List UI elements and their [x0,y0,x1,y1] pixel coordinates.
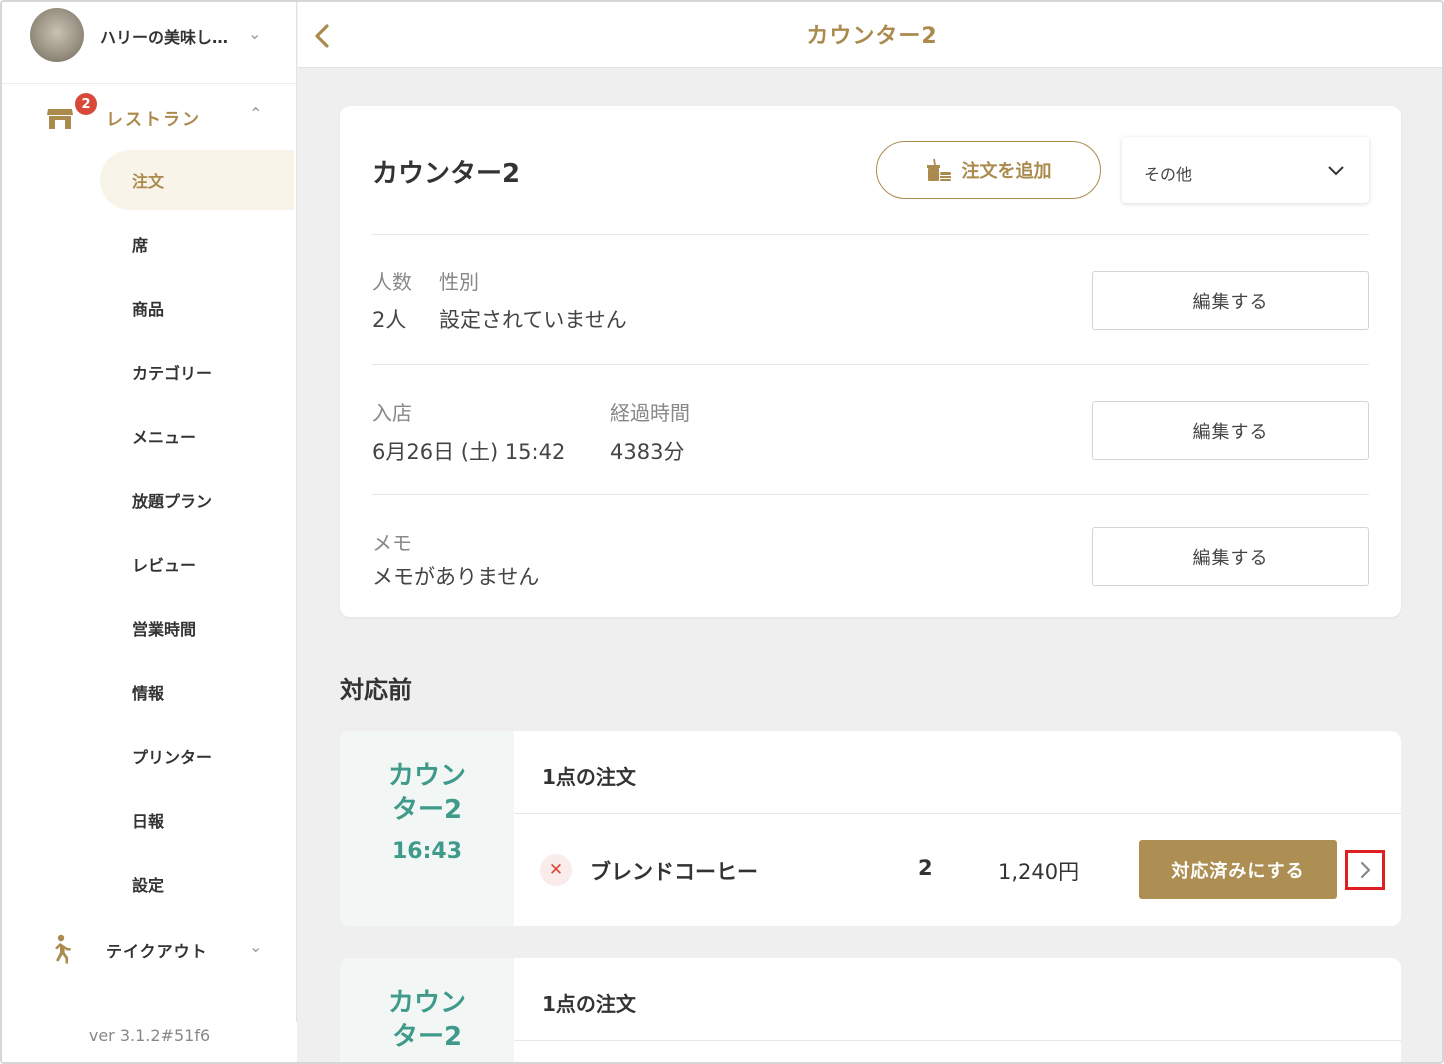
notification-badge: 2 [75,93,97,115]
sidebar-item-info[interactable]: 情報 [100,662,294,722]
add-order-label: 注文を追加 [961,161,1052,182]
sidebar-item-reviews[interactable]: レビュー [100,534,294,594]
edit-time-button[interactable]: 編集する [1092,401,1369,460]
app-window: ハリーの美味し… ⌄ 2 レストラン ⌃ 注文 席 商品 カテゴリー メニュー … [0,0,1444,1064]
add-order-button[interactable]: 注文を追加 [876,141,1101,199]
order-time: 16:43 [391,839,463,864]
people-value: 2人 [372,308,407,332]
order-seat-panel: カウン ター2 [340,958,514,1062]
gender-label: 性別 [439,270,479,294]
elapsed-label: 経過時間 [610,401,690,425]
sidebar: ハリーの美味し… ⌄ 2 レストラン ⌃ 注文 席 商品 カテゴリー メニュー … [2,2,297,1062]
card-title: カウンター2 [372,159,521,189]
edit-memo-button[interactable]: 編集する [1092,527,1369,586]
chevron-down-icon: ⌄ [248,24,262,43]
sidebar-item-menu[interactable]: メニュー [100,406,294,466]
account-name: ハリーの美味し… [100,28,229,47]
sidebar-group-peek [46,1000,206,1008]
avatar [30,8,84,62]
sidebar-group-takeout[interactable]: テイクアウト ⌄ [2,922,297,978]
store-icon [47,109,73,129]
order-seat: カウン ター2 [387,761,466,825]
chevron-down-icon [1328,166,1344,176]
elapsed-value: 4383分 [610,440,685,464]
order-seat: カウン ター2 [387,988,466,1052]
item-name: ブレンドコーヒー [590,860,758,884]
sidebar-group-restaurant[interactable]: 2 レストラン ⌃ [2,92,297,140]
sidebar-item-all-you-can-plans[interactable]: 放題プラン [100,470,294,530]
divider [372,234,1369,235]
sidebar-item-categories[interactable]: カテゴリー [100,342,294,402]
people-label: 人数 [372,270,412,294]
section-title-pending: 対応前 [340,676,412,704]
order-detail-button[interactable] [1345,850,1385,890]
account-switcher[interactable]: ハリーの美味し… ⌄ [2,2,297,84]
chevron-down-icon: ⌄ [249,937,263,956]
checkin-label: 入店 [372,401,412,425]
page-title: カウンター2 [806,24,938,49]
chevron-right-icon [1360,861,1371,879]
walking-person-icon [55,934,71,964]
sidebar-item-business-hours[interactable]: 営業時間 [100,598,294,658]
divider [514,1040,1401,1041]
chevron-up-icon: ⌃ [249,104,263,123]
food-tray-icon [926,158,951,181]
table-detail-card: カウンター2 注文を追加 その他 人数 性別 2人 設定されていません 編集する [340,106,1401,617]
sidebar-group-label: テイクアウト [106,942,208,961]
sidebar-item-printers[interactable]: プリンター [100,726,294,786]
order-count: 1点の注文 [542,765,636,789]
app-version: ver 3.1.2#51f6 [2,1022,297,1062]
item-price: 1,240円 [998,860,1080,884]
cancel-item-icon[interactable]: ✕ [540,854,572,886]
edit-guests-button[interactable]: 編集する [1092,271,1369,330]
gender-value: 設定されていません [439,308,627,332]
item-quantity: 2 [918,856,933,880]
sidebar-group-label: レストラン [106,110,201,130]
sidebar-item-products[interactable]: 商品 [100,278,294,338]
divider [514,813,1401,814]
order-card: カウン ター2 16:43 1点の注文 ✕ ブレンドコーヒー 2 1,240円 … [340,731,1401,926]
order-card: カウン ター2 1点の注文 [340,958,1401,1062]
more-options-label: その他 [1144,165,1193,184]
sidebar-item-settings[interactable]: 設定 [100,854,294,914]
sidebar-item-daily-report[interactable]: 日報 [100,790,294,850]
sidebar-item-orders[interactable]: 注文 [100,150,294,210]
order-count: 1点の注文 [542,992,636,1016]
sidebar-item-seats[interactable]: 席 [100,214,294,274]
mark-done-button[interactable]: 対応済みにする [1139,840,1337,899]
more-options-select[interactable]: その他 [1122,137,1369,203]
divider [372,494,1369,495]
divider [372,364,1369,365]
order-seat-panel: カウン ター2 16:43 [340,731,514,926]
memo-label: メモ [372,531,412,555]
memo-value: メモがありません [372,565,540,589]
checkin-value: 6月26日 (土) 15:42 [372,440,566,464]
top-bar: カウンター2 [298,2,1442,68]
